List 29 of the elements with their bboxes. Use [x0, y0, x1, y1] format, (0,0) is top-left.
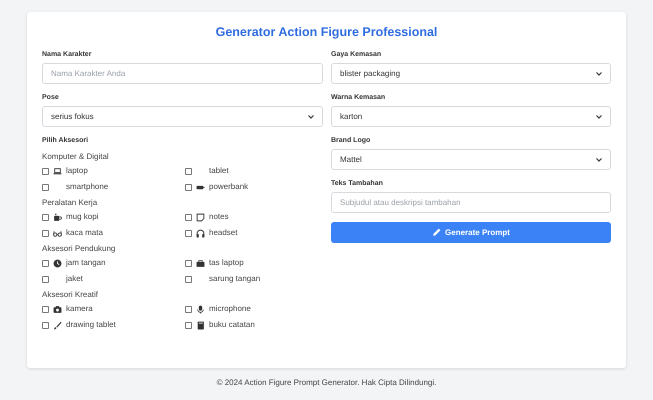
group-heading: Komputer & Digital [42, 152, 109, 162]
checkbox-label: tas laptop [209, 258, 244, 268]
checkbox-label: kaca mata [66, 228, 103, 238]
checkbox-label: kamera [66, 304, 93, 314]
form-title: Generator Action Figure Professional [216, 24, 438, 40]
checkbox-label: drawing tablet [66, 320, 116, 330]
checkbox-label: powerbank [209, 182, 248, 192]
select-field[interactable]: Mattel [331, 149, 611, 170]
checkbox-label: microphone [209, 304, 251, 314]
checkbox-label: jaket [66, 274, 83, 284]
select-field[interactable]: blister packaging [331, 63, 611, 84]
checkbox-label: notes [209, 212, 229, 222]
text-field[interactable]: Nama Karakter Anda [42, 63, 323, 84]
group-heading: Aksesori Pendukung [42, 244, 116, 254]
checkbox-label: laptop [66, 166, 88, 176]
select-field[interactable]: serius fokus [42, 106, 323, 127]
checkbox-label: smartphone [66, 182, 108, 192]
group-heading: Peralatan Kerja [42, 198, 98, 208]
text-field[interactable]: Subjudul atau deskripsi tambahan [331, 192, 611, 213]
checkbox-label: sarung tangan [209, 274, 260, 284]
footer-text: © 2024 Action Figure Prompt Generator. Hak Cipta Dilindungi. [216, 377, 436, 389]
checkbox-label: buku catatan [209, 320, 255, 330]
group-heading: Aksesori Kreatif [42, 290, 98, 300]
select-field[interactable]: karton [331, 106, 611, 127]
checkbox-label: headset [209, 228, 238, 238]
checkbox-label: mug kopi [66, 212, 98, 222]
checkbox-label: tablet [209, 166, 229, 176]
generate-button[interactable]: Generate Prompt [331, 222, 611, 243]
checkbox-label: jam tangan [66, 258, 106, 268]
